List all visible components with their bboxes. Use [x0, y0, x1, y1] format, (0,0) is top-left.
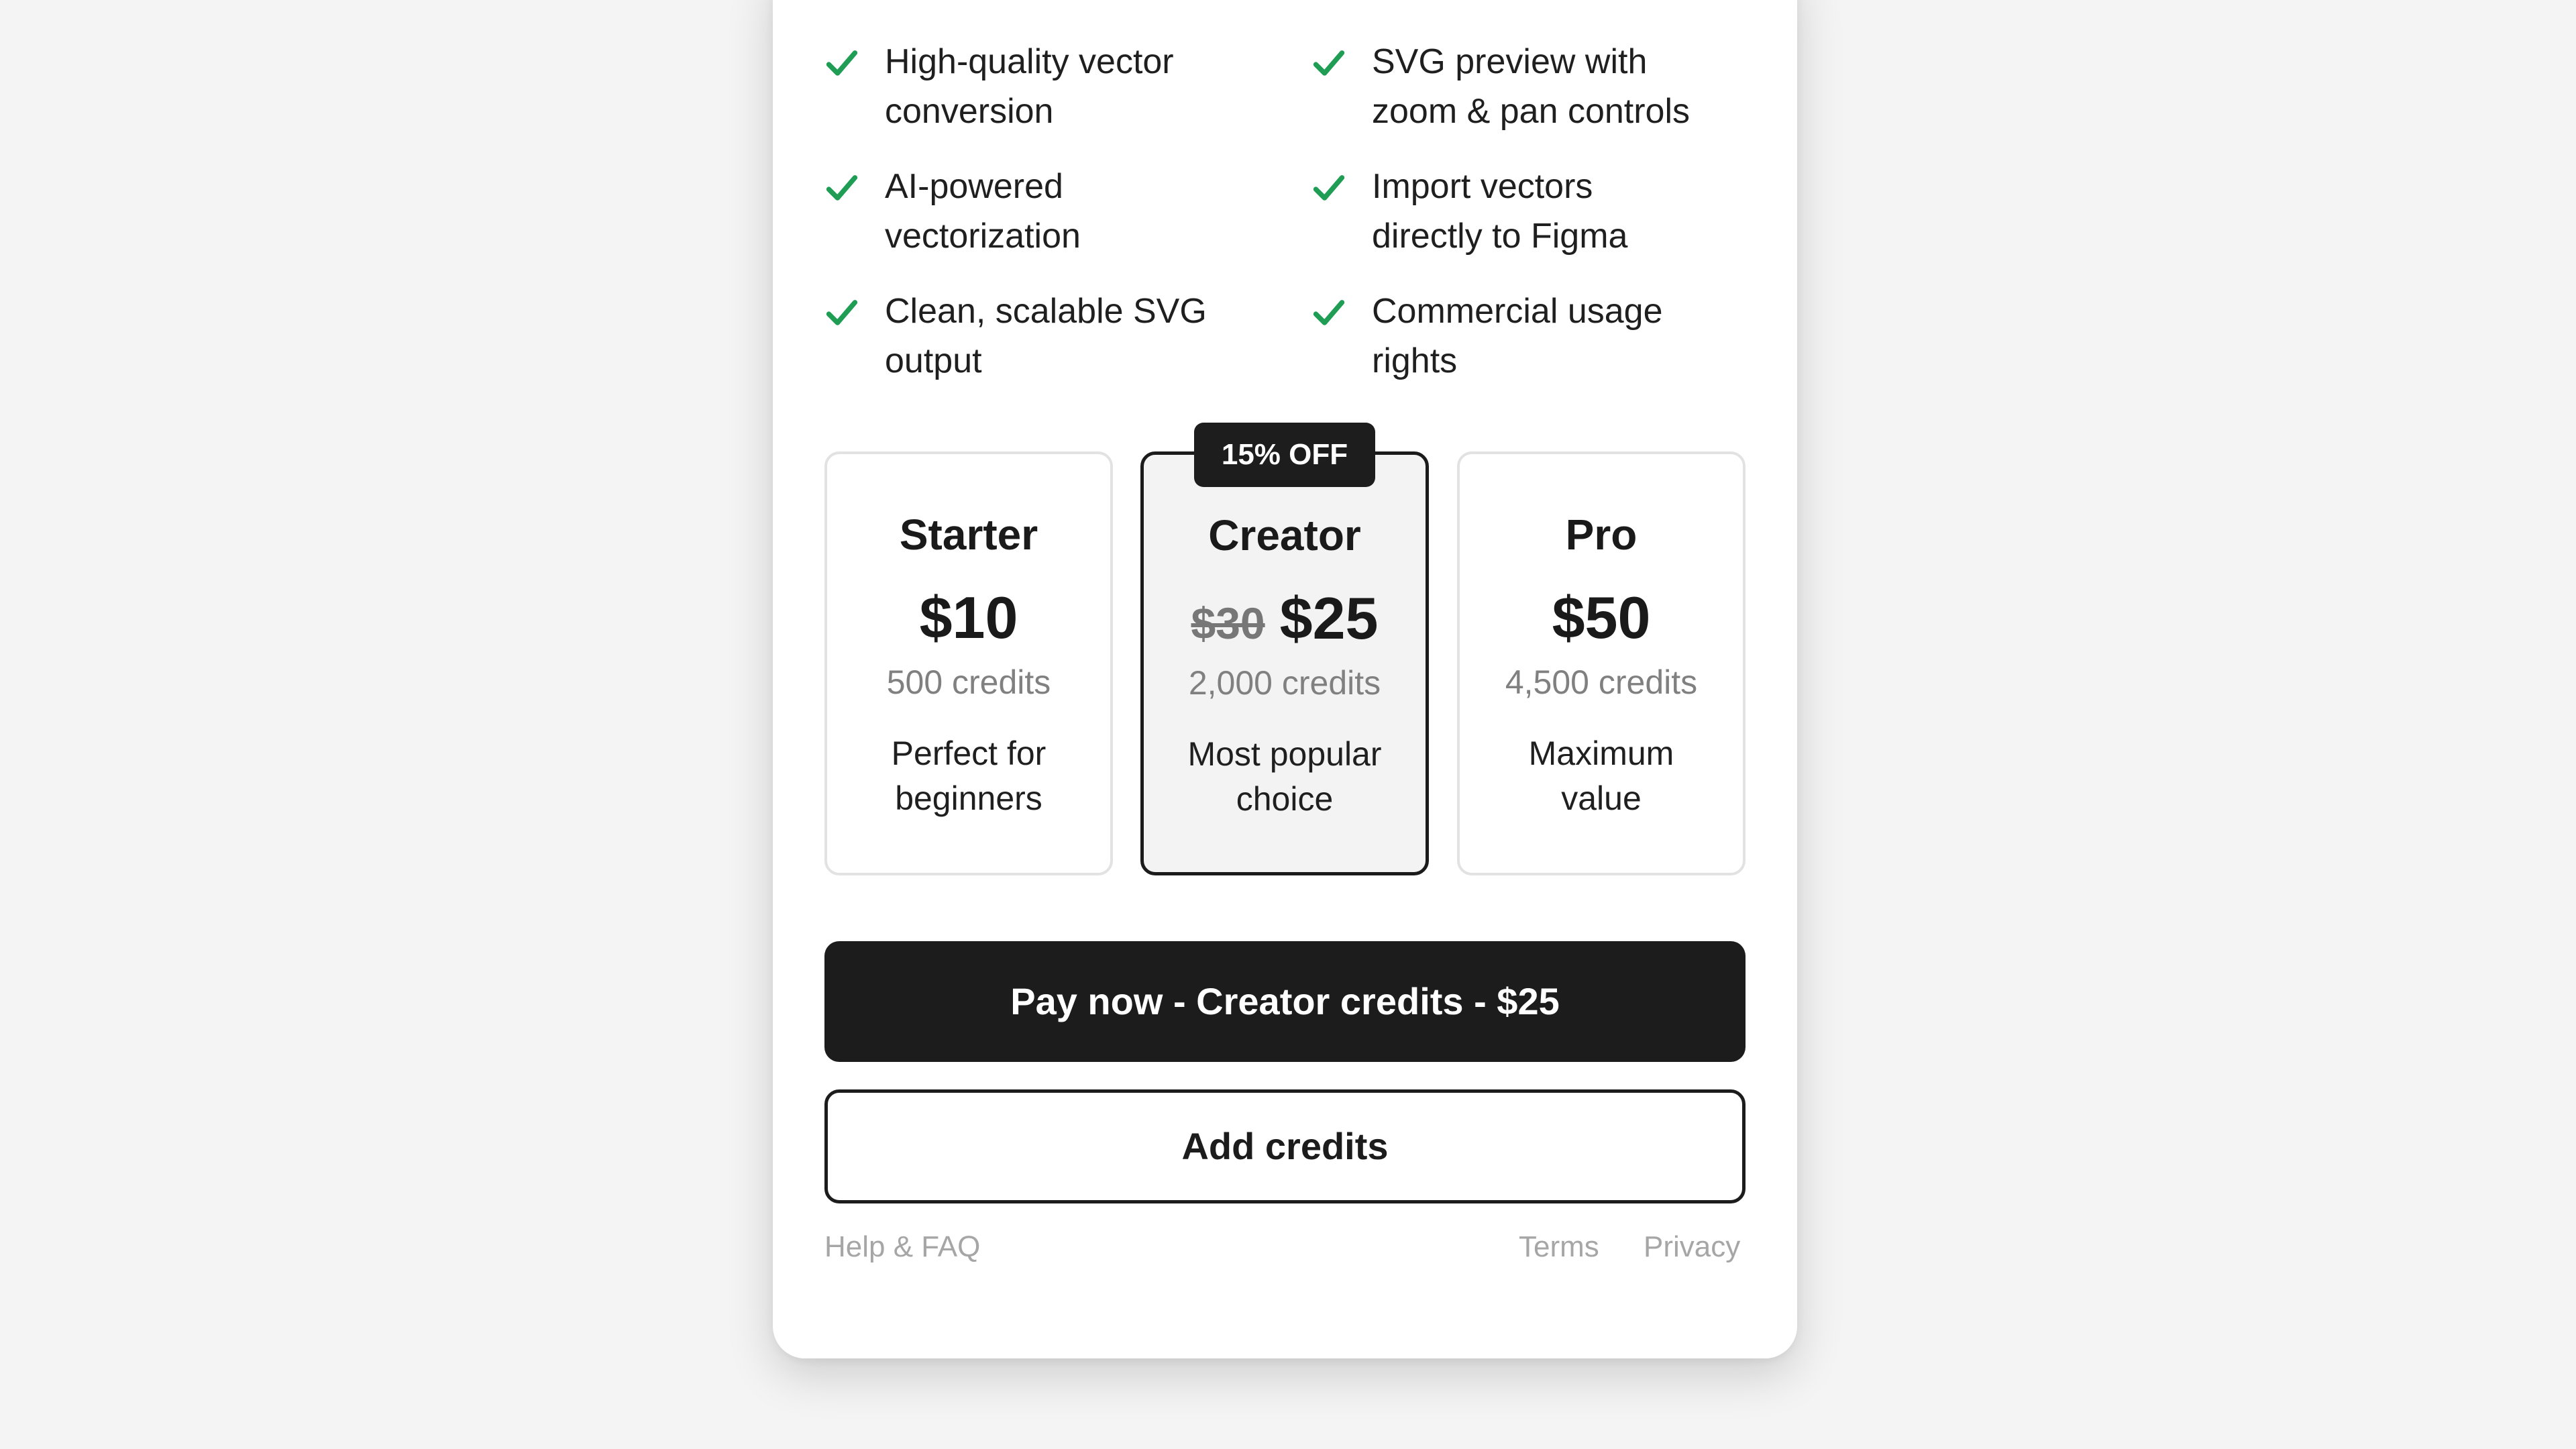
- privacy-link[interactable]: Privacy: [1644, 1227, 1740, 1267]
- plan-credits: 2,000 credits: [1188, 664, 1381, 702]
- discount-badge: 15% OFF: [1194, 423, 1375, 487]
- plan-description: Perfect for beginners: [891, 735, 1046, 817]
- feature-text: SVG preview with zoom & pan controls: [1372, 42, 1690, 131]
- plan-credits: 4,500 credits: [1505, 663, 1698, 701]
- plan-description: Most popular choice: [1187, 735, 1382, 818]
- feature-text: High-quality vector conversion: [885, 42, 1174, 131]
- check-icon: [826, 175, 858, 201]
- feature-text: Clean, scalable SVG output: [885, 292, 1207, 380]
- feature-list: High-quality vector conversion SVG previ…: [824, 37, 1746, 386]
- plan-card-starter[interactable]: Starter $10 500 credits Perfect for begi…: [824, 451, 1113, 875]
- plan-card-pro[interactable]: Pro $50 4,500 credits Maximum value: [1457, 451, 1746, 875]
- pricing-card: High-quality vector conversion SVG previ…: [773, 0, 1797, 1358]
- feature-item: Clean, scalable SVG output: [824, 286, 1311, 386]
- feature-text: Import vectors directly to Figma: [1372, 167, 1628, 256]
- help-faq-link[interactable]: Help & FAQ: [824, 1227, 980, 1267]
- plan-price: $10: [919, 584, 1018, 651]
- plan-price: $25: [1279, 585, 1379, 651]
- feature-item: SVG preview with zoom & pan controls: [1311, 37, 1746, 136]
- price-row: $10: [827, 584, 1110, 651]
- feature-item: Commercial usage rights: [1311, 286, 1746, 386]
- check-icon: [826, 300, 858, 325]
- plan-price: $50: [1552, 584, 1651, 651]
- feature-item: Import vectors directly to Figma: [1311, 162, 1746, 261]
- check-icon: [826, 50, 858, 76]
- plan-description: Maximum value: [1528, 735, 1674, 817]
- check-icon: [1313, 300, 1345, 325]
- plan-credits: 500 credits: [886, 663, 1051, 701]
- plan-name: Pro: [1565, 511, 1638, 559]
- plan-name: Starter: [899, 511, 1038, 559]
- feature-item: AI-powered vectorization: [824, 162, 1311, 261]
- feature-item: High-quality vector conversion: [824, 37, 1311, 136]
- plan-old-price: $30: [1191, 598, 1265, 648]
- check-icon: [1313, 175, 1345, 201]
- plan-card-creator[interactable]: 15% OFF Creator $30 $25 2,000 credits Mo…: [1140, 423, 1429, 875]
- feature-text: Commercial usage rights: [1372, 292, 1663, 380]
- plan-name: Creator: [1208, 511, 1361, 559]
- plan-options: Starter $10 500 credits Perfect for begi…: [824, 423, 1746, 875]
- price-row: $30 $25: [1144, 585, 1426, 657]
- terms-link[interactable]: Terms: [1519, 1227, 1599, 1267]
- feature-text: AI-powered vectorization: [885, 167, 1081, 256]
- add-credits-button[interactable]: Add credits: [824, 1089, 1746, 1203]
- check-icon: [1313, 50, 1345, 76]
- price-row: $50: [1460, 584, 1743, 651]
- pay-now-button[interactable]: Pay now - Creator credits - $25: [824, 941, 1746, 1062]
